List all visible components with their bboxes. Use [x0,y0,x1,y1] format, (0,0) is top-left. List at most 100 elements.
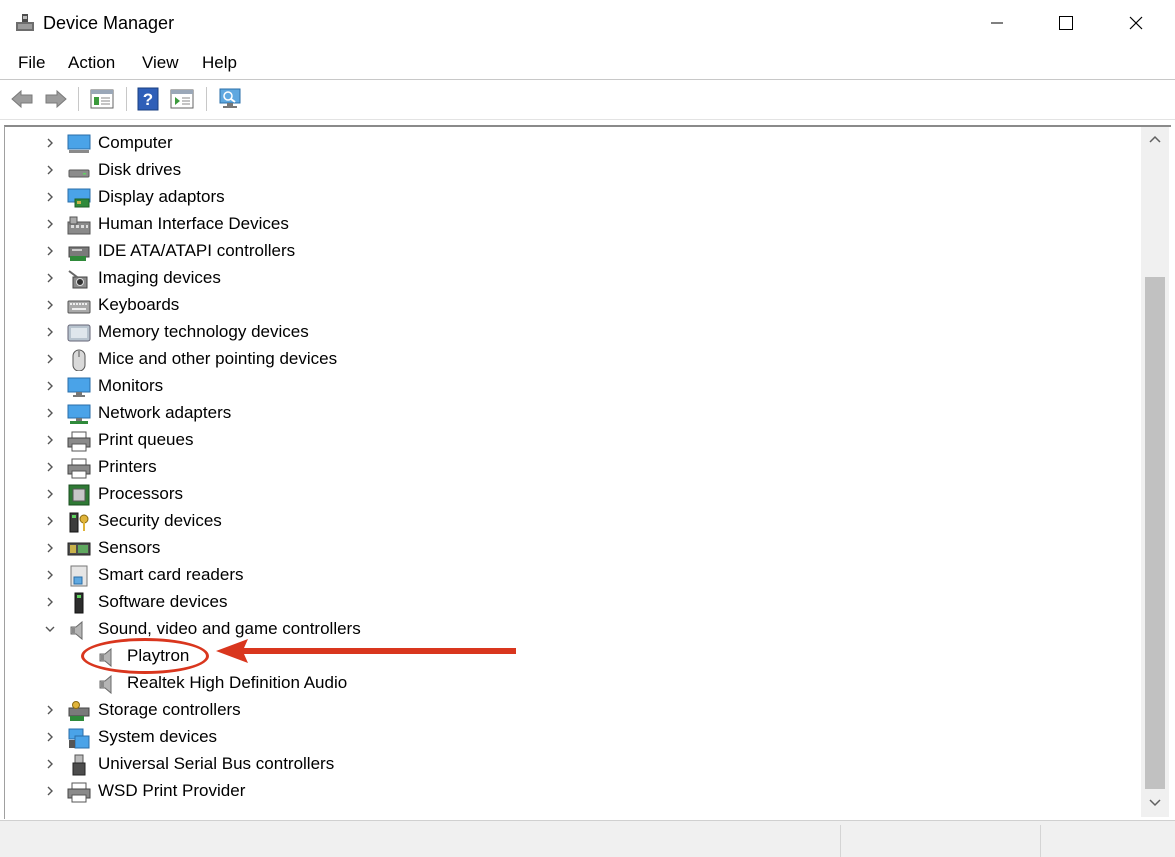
chevron-right-icon[interactable] [43,298,57,312]
chevron-right-icon[interactable] [43,541,57,555]
tree-category[interactable]: Keyboards [5,292,1135,319]
update-driver-button[interactable] [168,86,196,112]
menu-view[interactable]: View [142,53,179,73]
chevron-right-icon[interactable] [43,460,57,474]
tree-category[interactable]: Sound, video and game controllers [5,616,1135,643]
properties-button[interactable] [88,86,116,112]
tree-category[interactable]: Mice and other pointing devices [5,346,1135,373]
tree-category[interactable]: IDE ATA/ATAPI controllers [5,238,1135,265]
device-manager-icon [16,14,34,31]
forward-button[interactable] [42,86,70,112]
tree-item-label: Universal Serial Bus controllers [98,754,335,773]
back-icon [11,89,33,109]
scroll-down-button[interactable] [1141,793,1169,813]
tree-category[interactable]: Memory technology devices [5,319,1135,346]
tree-category[interactable]: Security devices [5,508,1135,535]
chevron-right-icon[interactable] [43,163,57,177]
update-driver-icon [170,89,194,109]
close-button[interactable] [1103,0,1169,46]
chevron-right-icon[interactable] [43,595,57,609]
chevron-right-icon[interactable] [43,190,57,204]
tree-item-label: IDE ATA/ATAPI controllers [98,241,296,260]
tree-category[interactable]: Monitors [5,373,1135,400]
smart-card-icon [70,565,88,587]
chevron-right-icon[interactable] [43,730,57,744]
tree-item-label: Processors [98,484,184,503]
printer-icon [67,782,91,803]
tree-category[interactable]: Disk drives [5,157,1135,184]
properties-icon [90,89,114,109]
chevron-right-icon[interactable] [43,325,57,339]
memory-icon [67,324,91,342]
tree-category[interactable]: System devices [5,724,1135,751]
scan-hardware-icon [219,88,241,108]
chevron-right-icon[interactable] [43,568,57,582]
chevron-right-icon[interactable] [43,433,57,447]
chevron-right-icon[interactable] [43,487,57,501]
tree-item-label: Display adaptors [98,187,225,206]
chevron-right-icon[interactable] [43,217,57,231]
tree-category[interactable]: WSD Print Provider [5,778,1135,805]
tree-item-label: Software devices [98,592,228,611]
tree-category[interactable]: Print queues [5,427,1135,454]
tree-category[interactable]: Display adaptors [5,184,1135,211]
maximize-button[interactable] [1033,0,1099,46]
callout-arrow [216,639,516,663]
chevron-right-icon[interactable] [43,514,57,528]
highlight-ellipse [81,638,209,674]
tree-category[interactable]: Human Interface Devices [5,211,1135,238]
chevron-right-icon[interactable] [43,136,57,150]
menu-action[interactable]: Action [68,53,115,73]
chevron-right-icon[interactable] [43,406,57,420]
tree-category[interactable]: Printers [5,454,1135,481]
tree-category[interactable]: Sensors [5,535,1135,562]
speaker-icon [99,674,112,695]
chevron-right-icon[interactable] [43,352,57,366]
tree-item-label: Sensors [98,538,161,557]
toolbar-divider [0,119,1175,120]
tree-category[interactable]: Processors [5,481,1135,508]
tree-category[interactable]: Universal Serial Bus controllers [5,751,1135,778]
tree-item-label: Storage controllers [98,700,241,719]
software-device-icon [74,592,84,614]
chevron-right-icon[interactable] [43,244,57,258]
device-tree[interactable]: Computer Disk drives Display adaptors Human… [4,125,1171,819]
tree-category[interactable]: Computer [5,130,1135,157]
back-button[interactable] [8,86,36,112]
printer-icon [67,431,91,452]
tree-item-label: Imaging devices [98,268,221,287]
vertical-scrollbar[interactable] [1141,127,1169,817]
menu-divider [0,79,1175,80]
tree-category[interactable]: Storage controllers [5,697,1135,724]
minimize-button[interactable] [964,0,1030,46]
tree-category[interactable]: Network adapters [5,400,1135,427]
mouse-icon [72,349,86,371]
help-button[interactable]: ? [134,86,162,112]
scroll-thumb[interactable] [1145,277,1165,789]
tree-item-label: Printers [98,457,157,476]
scan-hardware-button[interactable] [216,86,244,112]
toolbar-separator [206,87,207,111]
processor-icon [68,484,90,506]
title-bar[interactable]: Device Manager [0,0,1175,46]
chevron-right-icon[interactable] [43,271,57,285]
tree-category[interactable]: Software devices [5,589,1135,616]
chevron-down-icon[interactable] [43,622,57,636]
chevron-right-icon[interactable] [43,379,57,393]
menu-help[interactable]: Help [202,53,237,73]
camera-icon [68,270,88,289]
tree-item-label: Smart card readers [98,565,244,584]
status-bar [0,820,1175,857]
scroll-up-button[interactable] [1141,129,1169,149]
tree-category[interactable]: Smart card readers [5,562,1135,589]
tree-device[interactable]: Realtek High Definition Audio [5,670,1135,697]
chevron-down-icon [1149,799,1161,807]
chevron-right-icon[interactable] [43,784,57,798]
menu-file[interactable]: File [18,53,45,73]
security-key-icon [69,512,89,533]
maximize-icon [1059,16,1073,30]
tree-category[interactable]: Imaging devices [5,265,1135,292]
chevron-right-icon[interactable] [43,703,57,717]
chevron-right-icon[interactable] [43,757,57,771]
toolbar-separator [126,87,127,111]
